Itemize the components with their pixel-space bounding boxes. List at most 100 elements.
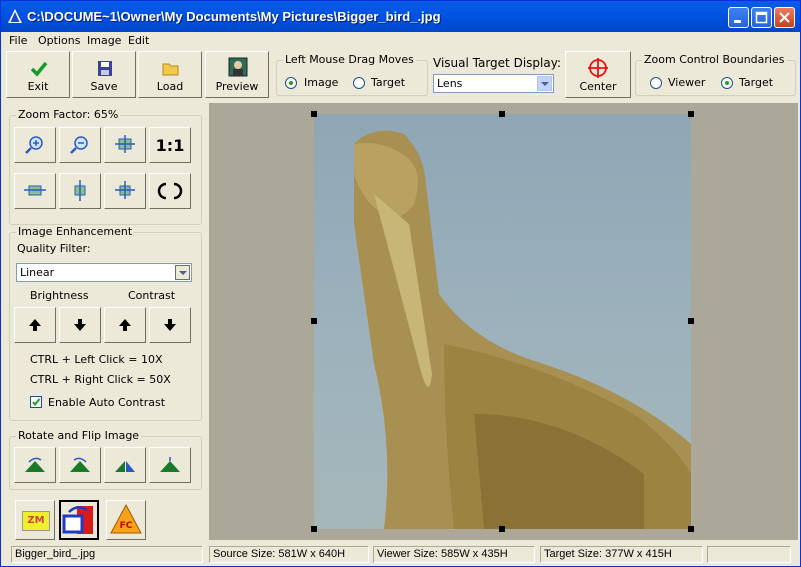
preview-label: Preview: [215, 80, 259, 93]
bounds-target-radio[interactable]: [721, 77, 733, 89]
zoom-bounds-group: Zoom Control Boundaries Viewer Target: [635, 53, 796, 96]
window-title: C:\DOCUME~1\Owner\My Documents\My Pictur…: [27, 9, 441, 24]
close-button[interactable]: [774, 7, 795, 28]
bounds-target-label: Target: [739, 76, 774, 89]
menu-file[interactable]: File: [9, 34, 27, 47]
fit-both-button[interactable]: [104, 173, 146, 209]
resize-handle-nw[interactable]: [311, 111, 317, 117]
rotate-left-icon: [25, 457, 45, 472]
status-empty-panel: [707, 546, 791, 563]
rotate-right-button[interactable]: [59, 447, 101, 483]
arrow-down-icon: [164, 319, 176, 331]
contrast-down-button[interactable]: [149, 307, 191, 343]
brightness-down-button[interactable]: [59, 307, 101, 343]
bounds-viewer-label: Viewer: [668, 76, 706, 89]
center-label: Center: [579, 80, 617, 93]
menu-image[interactable]: Image: [87, 34, 121, 47]
visual-target-label: Visual Target Display:: [433, 56, 561, 70]
maximize-icon: [755, 11, 768, 24]
fit-height-icon: [74, 180, 86, 201]
bounds-viewer-radio[interactable]: [650, 77, 662, 89]
ctrl-right-hint: CTRL + Right Click = 50X: [30, 373, 171, 386]
ctrl-left-hint: CTRL + Left Click = 10X: [30, 353, 163, 366]
checkmark-icon: [32, 398, 41, 407]
quality-filter-label: Quality Filter:: [17, 242, 91, 255]
save-button[interactable]: Save: [72, 51, 136, 98]
arrow-down-icon: [74, 319, 86, 331]
actual-size-button[interactable]: 1:1: [149, 127, 191, 163]
zoom-factor-title: Zoom Factor: 65%: [16, 108, 121, 121]
auto-contrast-checkbox[interactable]: [30, 396, 42, 408]
flip-horizontal-icon: [115, 461, 135, 472]
app-icon: [8, 9, 22, 23]
fit-width-button[interactable]: [14, 173, 56, 209]
drag-image-label: Image: [304, 76, 339, 89]
zoom-module-button[interactable]: ZM: [15, 500, 55, 540]
close-icon: [779, 12, 790, 23]
resize-handle-e[interactable]: [688, 318, 694, 324]
quality-filter-select[interactable]: Linear: [16, 263, 192, 282]
arrow-up-icon: [119, 319, 131, 331]
fit-height-button[interactable]: [59, 173, 101, 209]
menu-bar: File Options Image Edit: [1, 32, 800, 49]
chevron-down-icon[interactable]: [175, 265, 190, 280]
zoom-out-button[interactable]: [59, 127, 101, 163]
fc-button[interactable]: FC: [106, 500, 146, 540]
resize-handle-w[interactable]: [311, 318, 317, 324]
contrast-up-button[interactable]: [104, 307, 146, 343]
zoom-in-icon: [25, 136, 43, 154]
warning-triangle-icon: [110, 503, 142, 534]
minimize-button[interactable]: [728, 7, 749, 28]
brightness-up-button[interactable]: [14, 307, 56, 343]
title-bar[interactable]: C:\DOCUME~1\Owner\My Documents\My Pictur…: [1, 1, 800, 32]
load-button[interactable]: Load: [138, 51, 202, 98]
zm-badge: ZM: [22, 511, 50, 531]
status-target-size: Target Size: 377W x 415H: [540, 546, 703, 563]
auto-contrast-label: Enable Auto Contrast: [48, 396, 166, 409]
brightness-label: Brightness: [30, 289, 89, 302]
status-source-size: Source Size: 581W x 640H: [209, 546, 369, 563]
resize-handle-se[interactable]: [688, 526, 694, 532]
resize-handle-ne[interactable]: [688, 111, 694, 117]
preview-button[interactable]: Preview: [205, 51, 269, 98]
reset-zoom-button[interactable]: [149, 173, 191, 209]
status-file-name: Bigger_bird_.jpg: [11, 546, 203, 563]
rotate-left-button[interactable]: [14, 447, 56, 483]
pelican-image[interactable]: [314, 114, 691, 529]
flip-vertical-button[interactable]: [149, 447, 191, 483]
drag-target-radio[interactable]: [353, 77, 365, 89]
visual-target-select[interactable]: Lens: [433, 74, 554, 93]
checkmark-icon: [30, 61, 48, 77]
exit-label: Exit: [27, 80, 49, 93]
exit-button[interactable]: Exit: [6, 51, 70, 98]
chevron-down-icon[interactable]: [537, 76, 552, 91]
pelican-photo: [354, 130, 691, 529]
resize-handle-s[interactable]: [499, 526, 505, 532]
load-label: Load: [156, 80, 184, 93]
floppy-disk-icon: [98, 61, 112, 76]
rotate-right-icon: [70, 457, 90, 472]
drag-moves-group: Left Mouse Drag Moves Image Target: [276, 53, 428, 96]
drag-image-radio[interactable]: [285, 77, 297, 89]
app-window: C:\DOCUME~1\Owner\My Documents\My Pictur…: [0, 0, 801, 567]
zoom-bounds-title: Zoom Control Boundaries: [642, 53, 787, 66]
crop-button[interactable]: [59, 500, 99, 540]
resize-handle-sw[interactable]: [311, 526, 317, 532]
flip-horizontal-button[interactable]: [104, 447, 146, 483]
flip-vertical-icon: [160, 457, 180, 472]
quality-filter-value: Linear: [20, 266, 55, 279]
center-button[interactable]: Center: [565, 51, 631, 98]
refresh-icon: [157, 182, 183, 200]
zoom-out-icon: [70, 136, 88, 154]
menu-edit[interactable]: Edit: [128, 34, 149, 47]
crop-icon: [62, 506, 93, 534]
fit-window-button[interactable]: [104, 127, 146, 163]
resize-handle-n[interactable]: [499, 111, 505, 117]
status-viewer-size: Viewer Size: 585W x 435H: [373, 546, 535, 563]
drag-target-label: Target: [371, 76, 406, 89]
maximize-button[interactable]: [751, 7, 772, 28]
visual-target-value: Lens: [437, 77, 463, 90]
menu-options[interactable]: Options: [38, 34, 80, 47]
zoom-in-button[interactable]: [14, 127, 56, 163]
minimize-icon: [734, 20, 741, 23]
